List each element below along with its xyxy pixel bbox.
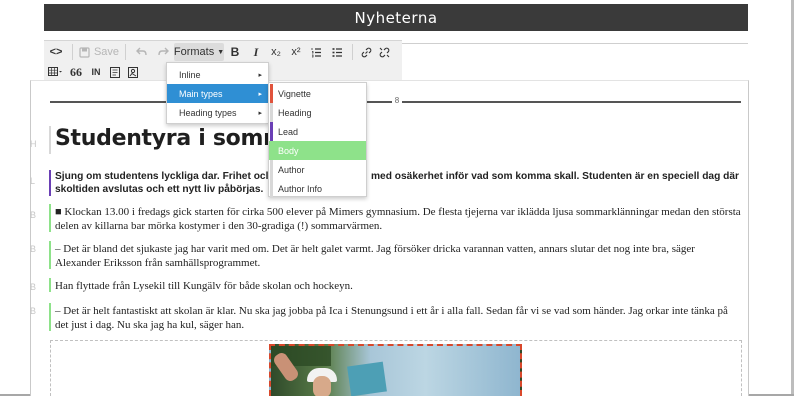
submenu-item-lead[interactable]: Lead (269, 122, 366, 141)
toolbar-row-2: 66 IN (44, 62, 142, 82)
subscript-button[interactable]: x₂ (266, 43, 286, 61)
word-count-rule-right (402, 101, 741, 103)
submenu-item-label: Author Info (278, 183, 323, 194)
gutter-mark: B (30, 210, 37, 220)
type-color-bar (270, 141, 273, 160)
chevron-right-icon: ▸ (258, 109, 262, 117)
byline-button[interactable]: IN (86, 63, 106, 81)
save-icon (79, 46, 90, 58)
body-marker (49, 303, 51, 331)
chevron-right-icon: ▸ (258, 71, 262, 79)
submenu-item-author-info[interactable]: Author Info (269, 179, 366, 198)
lead-text-start: Sjung om studentens lyckliga dar. Frihet… (55, 171, 269, 182)
lead-text-end: med osäkerhet inför vad som komma skall.… (371, 171, 740, 182)
type-color-bar (270, 122, 273, 141)
body-paragraph[interactable]: – Det är bland det sjukaste jag har vari… (55, 242, 741, 270)
type-color-bar (270, 84, 273, 103)
bold-button[interactable]: B (224, 43, 246, 61)
image-icon (128, 66, 138, 78)
chevron-right-icon: ▸ (258, 90, 262, 98)
menu-item-main-types[interactable]: Main types ▸ (167, 84, 268, 103)
redo-button[interactable] (152, 43, 174, 61)
image-button[interactable] (124, 63, 142, 81)
toolbar-separator (72, 44, 73, 60)
toolbar-row-1: <> Save Formats ▼ B I x₂ x² (44, 42, 393, 62)
body-paragraph[interactable]: ■ Klockan 13.00 i fredags gick starten f… (55, 205, 741, 233)
bullet-list-icon (332, 47, 342, 57)
save-button[interactable]: Save (77, 43, 121, 61)
menu-item-label: Heading types (179, 107, 237, 118)
photo-face (313, 376, 331, 396)
fact-box-button[interactable] (106, 63, 124, 81)
gutter-mark: H (30, 139, 37, 149)
remove-link-button[interactable] (375, 43, 393, 61)
type-color-bar (270, 179, 273, 198)
submenu-item-heading[interactable]: Heading (269, 103, 366, 122)
undo-button[interactable] (130, 43, 152, 61)
body-marker (49, 278, 51, 292)
submenu-item-label: Lead (278, 126, 299, 137)
superscript-button[interactable]: x² (286, 43, 306, 61)
type-color-bar (270, 160, 273, 179)
numbered-list-button[interactable] (306, 43, 326, 61)
table-button[interactable] (44, 63, 66, 81)
submenu-item-body[interactable]: Body (269, 141, 366, 160)
toolbar-separator (125, 44, 126, 60)
word-count: 8 (394, 96, 400, 105)
article-headline[interactable]: Studentyra i sommarh (55, 126, 743, 151)
gutter-mark: L (30, 176, 36, 186)
italic-button[interactable]: I (246, 43, 266, 61)
formats-menu: Inline ▸ Main types ▸ Heading types ▸ (166, 62, 269, 124)
body-paragraph[interactable]: – Det är helt fantastiskt att skolan är … (55, 304, 741, 332)
table-icon (48, 67, 62, 76)
source-code-button[interactable]: <> (44, 43, 68, 61)
type-color-bar (270, 103, 273, 122)
body-marker (49, 204, 51, 232)
article-photo[interactable] (269, 344, 522, 396)
body-paragraph[interactable]: Han flyttade från Lysekil till Kungälv f… (55, 279, 741, 293)
toolbar-divider (402, 43, 748, 44)
lead-marker (49, 170, 51, 196)
redo-icon (157, 47, 169, 56)
bullet-list-button[interactable] (326, 43, 348, 61)
formats-label: Formats (173, 46, 215, 58)
submenu-item-label: Vignette (278, 88, 311, 99)
gutter-mark: B (30, 282, 37, 292)
unlink-icon (379, 47, 389, 57)
fact-box-icon (110, 66, 120, 78)
lead-text-line-2: skoltiden avslutas och ett nytt liv påbö… (55, 184, 264, 195)
body-marker (49, 241, 51, 269)
gutter-mark: B (30, 306, 37, 316)
save-label: Save (93, 46, 120, 58)
menu-item-label: Main types (179, 88, 223, 99)
submenu-item-vignette[interactable]: Vignette (269, 84, 366, 103)
undo-icon (135, 47, 147, 56)
article-lead[interactable]: Sjung om studentens lyckliga dar. Frihet… (55, 170, 741, 196)
numbered-list-icon (311, 47, 321, 57)
toolbar-separator (352, 44, 353, 60)
heading-marker (49, 126, 51, 154)
gutter-mark: B (30, 244, 37, 254)
photo-sign (347, 361, 387, 396)
lead-line: Sjung om studentens lyckliga dar. Frihet… (55, 170, 741, 183)
main-types-submenu: Vignette Heading Lead Body Author Author… (268, 82, 367, 198)
submenu-item-author[interactable]: Author (269, 160, 366, 179)
submenu-item-label: Author (278, 164, 305, 175)
menu-item-inline[interactable]: Inline ▸ (167, 65, 268, 84)
menu-item-label: Inline (179, 69, 201, 80)
formats-dropdown[interactable]: Formats ▼ (174, 43, 224, 61)
window-title: Nyheterna (44, 4, 748, 31)
submenu-item-label: Heading (278, 107, 312, 118)
link-icon (361, 47, 371, 57)
submenu-item-label: Body (278, 145, 299, 156)
quote-button[interactable]: 66 (66, 63, 86, 81)
insert-link-button[interactable] (357, 43, 375, 61)
menu-item-heading-types[interactable]: Heading types ▸ (167, 103, 268, 122)
